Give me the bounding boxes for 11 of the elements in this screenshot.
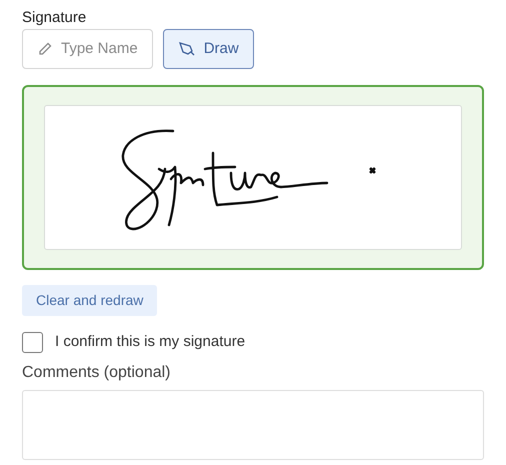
pencil-icon (37, 41, 53, 57)
signature-label: Signature (22, 8, 88, 28)
comments-label: Comments (optional) (22, 362, 172, 382)
clear-redraw-button[interactable]: Clear and redraw (22, 285, 158, 316)
confirm-checkbox[interactable] (22, 332, 43, 353)
mode-tab[interactable]: Type Name (22, 29, 153, 69)
pen-nib-icon (178, 41, 196, 57)
signature-canvas[interactable] (44, 105, 462, 250)
confirm-label: I confirm this is my signature (55, 332, 246, 352)
comments-field[interactable] (22, 390, 484, 460)
mode-tab[interactable]: Draw (162, 29, 254, 69)
